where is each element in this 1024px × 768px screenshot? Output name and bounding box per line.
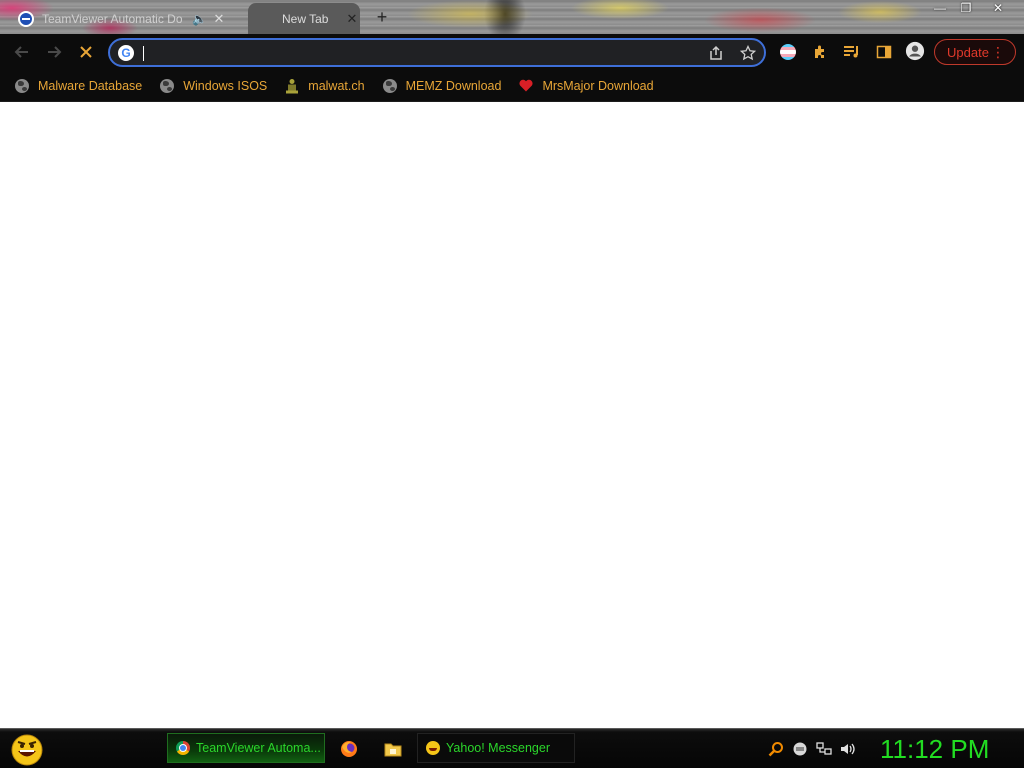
bookmark-label: MrsMajor Download <box>542 78 654 93</box>
close-icon[interactable]: ✕ <box>211 11 227 27</box>
smiley-icon <box>426 741 440 755</box>
back-arrow-icon <box>14 46 28 58</box>
speaker-icon[interactable]: 🔈 <box>192 12 207 26</box>
heart-icon <box>518 78 534 94</box>
tab-new-tab[interactable]: New Tab ✕ <box>248 3 360 34</box>
side-panel-icon[interactable] <box>874 42 894 62</box>
taskbar-item-label: TeamViewer Automa... <box>196 741 321 755</box>
globe-icon <box>14 78 30 94</box>
forward-arrow-icon <box>48 46 62 58</box>
tab-strip: TeamViewer Automatic Dow 🔈 ✕ New Tab ✕ +… <box>0 0 1024 34</box>
file-explorer-icon[interactable] <box>382 738 404 760</box>
back-button[interactable] <box>10 40 34 64</box>
update-label: Update <box>947 44 989 60</box>
bookmark-malwat[interactable]: malwat.ch <box>284 78 365 94</box>
url-input[interactable] <box>142 43 702 63</box>
menu-dots-icon[interactable]: ⋮ <box>991 44 1005 60</box>
network-icon[interactable] <box>816 741 832 757</box>
page-content <box>0 103 1024 728</box>
text-caret <box>143 46 144 61</box>
smiley-start-icon <box>11 734 43 766</box>
profile-avatar-icon[interactable] <box>905 41 925 61</box>
bookmark-mrsmajor-download[interactable]: MrsMajor Download <box>518 78 654 94</box>
volume-icon[interactable] <box>840 741 856 757</box>
address-bar[interactable]: G <box>108 38 766 67</box>
pride-extension-icon[interactable] <box>778 42 798 62</box>
bookmark-label: Malware Database <box>38 78 143 93</box>
bookmark-label: MEMZ Download <box>405 78 502 93</box>
minimize-button[interactable]: — <box>926 0 954 16</box>
close-window-button[interactable]: ✕ <box>984 0 1012 16</box>
update-button[interactable]: Update ⋮ <box>934 39 1016 65</box>
bookmark-label: malwat.ch <box>308 78 365 93</box>
stop-button[interactable] <box>74 40 98 64</box>
extensions-puzzle-icon[interactable] <box>810 42 830 62</box>
firefox-icon[interactable] <box>338 738 360 760</box>
bookmark-star-icon[interactable] <box>739 44 757 62</box>
bookmark-windows-isos[interactable]: Windows ISOS <box>159 78 267 94</box>
bookmark-memz-download[interactable]: MEMZ Download <box>382 78 502 94</box>
stop-x-icon <box>80 46 92 58</box>
figure-icon <box>284 78 300 94</box>
start-button[interactable] <box>8 732 46 766</box>
media-queue-icon[interactable] <box>842 42 862 62</box>
search-icon[interactable] <box>768 741 784 757</box>
bookmark-malware-database[interactable]: Malware Database <box>14 78 142 94</box>
taskbar-item-teamviewer[interactable]: TeamViewer Automa... <box>167 733 325 763</box>
share-icon[interactable] <box>707 44 725 62</box>
globe-icon <box>382 78 398 94</box>
globe-icon <box>159 78 175 94</box>
google-icon: G <box>118 45 134 61</box>
restore-button[interactable]: ❐ <box>952 0 980 16</box>
taskbar-item-label: Yahoo! Messenger <box>446 741 550 755</box>
tab-title: New Tab <box>282 11 329 26</box>
teamviewer-icon <box>18 10 34 27</box>
bookmarks-bar: Malware Database Windows ISOS malwat.ch … <box>0 70 1024 102</box>
bookmark-label: Windows ISOS <box>183 78 268 93</box>
tab-teamviewer[interactable]: TeamViewer Automatic Dow 🔈 ✕ <box>10 3 246 34</box>
taskbar: TeamViewer Automa... Yahoo! Messenger 11… <box>0 728 1024 768</box>
taskbar-clock[interactable]: 11:12 PM <box>880 732 1000 766</box>
new-tab-button[interactable]: + <box>372 7 392 27</box>
close-icon[interactable]: ✕ <box>344 11 360 27</box>
network-globe-icon[interactable] <box>792 741 808 757</box>
forward-button[interactable] <box>42 40 66 64</box>
chrome-icon <box>176 741 190 755</box>
browser-toolbar: G Update ⋮ <box>0 34 1024 70</box>
taskbar-item-yahoo-messenger[interactable]: Yahoo! Messenger <box>417 733 575 763</box>
tab-title: TeamViewer Automatic Dow <box>42 11 182 26</box>
